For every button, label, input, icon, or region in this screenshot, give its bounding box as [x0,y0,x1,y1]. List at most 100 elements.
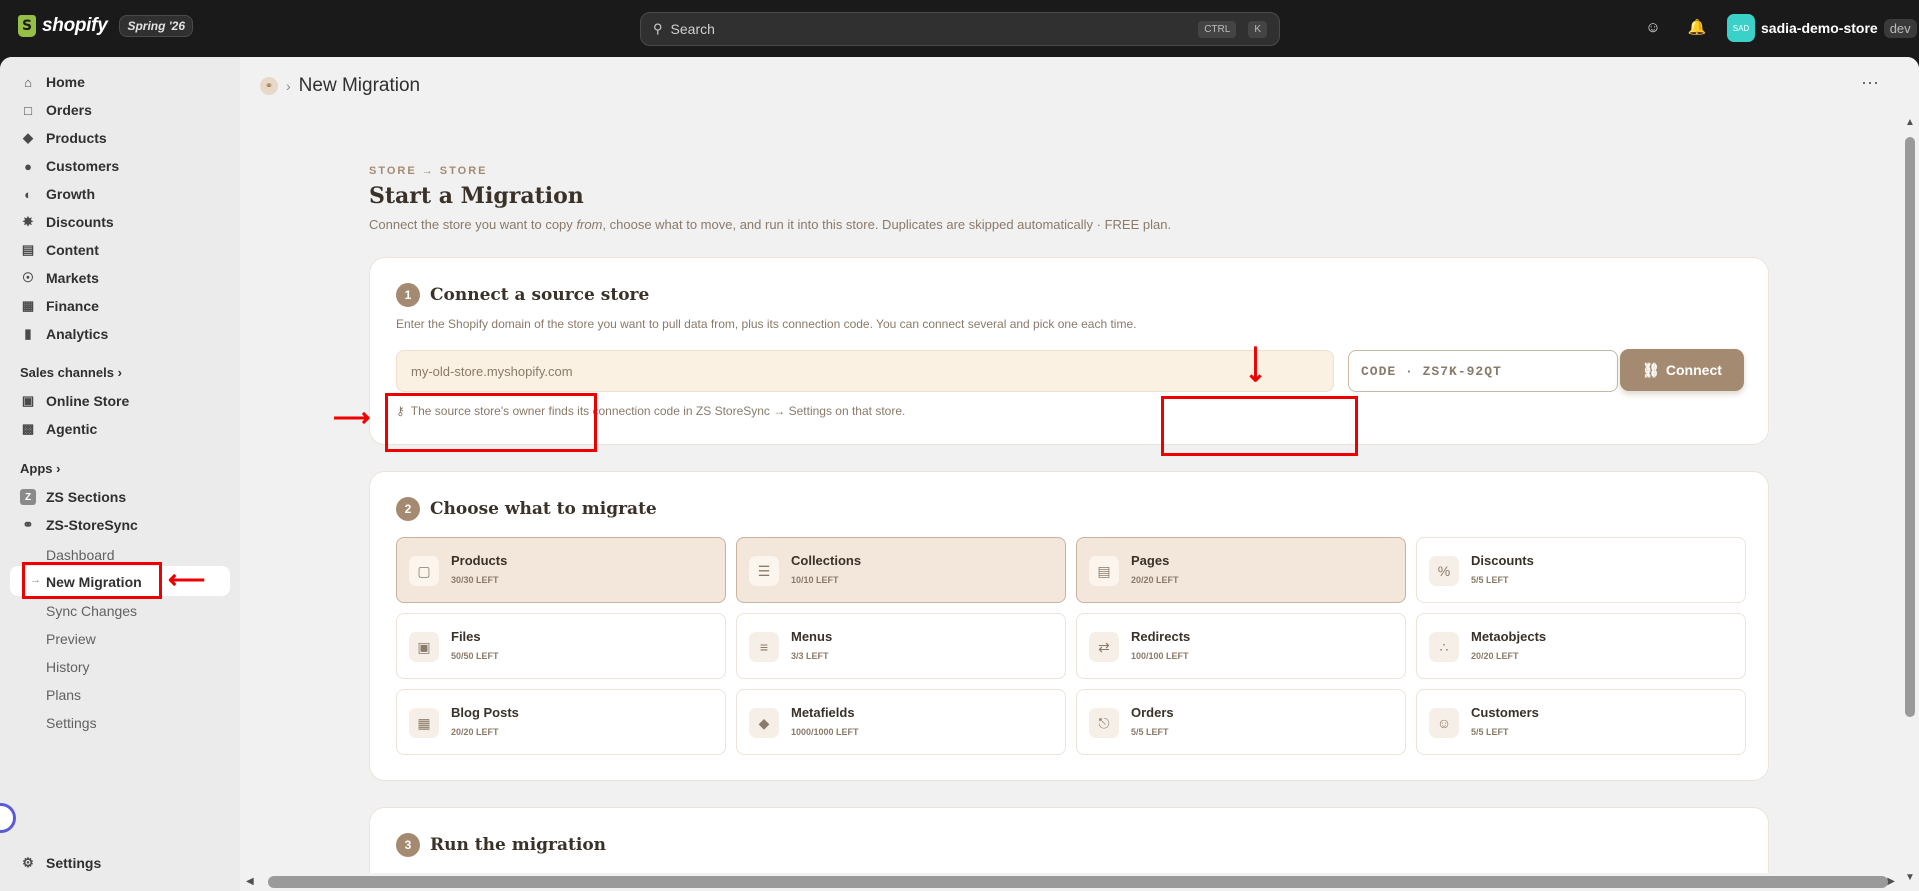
option-quota: 30/30 LEFT [451,575,499,585]
person-icon: ● [24,158,32,174]
step-number: 1 [396,283,420,307]
scroll-right-icon[interactable]: ▶ [1887,876,1895,887]
option-name: Discounts [1471,553,1534,568]
search-bar[interactable]: ⚲ Search CTRL K [640,12,1280,46]
app-subitem-new-migration[interactable]: New Migration [46,574,142,590]
sidebar-item-products[interactable]: ◆ Products [20,130,107,146]
store-env-badge: dev [1883,18,1917,38]
layers-icon: ☰ [749,556,779,586]
sidekick-icon[interactable]: ☺ [1643,18,1663,38]
app-subitem-preview[interactable]: Preview [46,631,96,647]
step1-card: 1 Connect a source store Enter the Shopi… [369,257,1769,445]
sidebar-item-online-store[interactable]: ▣ Online Store [20,393,129,409]
sales-channels-heading[interactable]: Sales channels › [20,365,122,380]
option-quota: 5/5 LEFT [1131,727,1169,737]
sidebar-item-settings[interactable]: ⚙ Settings [20,855,101,871]
connection-hint: ⚷ The source store's owner finds its conn… [396,404,905,418]
sidebar-item-orders[interactable]: □ Orders [20,102,92,118]
step-number: 3 [396,833,420,857]
option-name: Orders [1131,705,1174,720]
shopify-logo[interactable]: shopify Spring '26 [18,15,194,37]
option-files[interactable]: ▣ Files 50/50 LEFT [396,613,726,679]
bell-icon[interactable]: 🔔 [1687,18,1707,38]
percent-icon: % [1429,556,1459,586]
option-quota: 1000/1000 LEFT [791,727,859,737]
source-domain-input[interactable]: my-old-store.myshopify.com [396,350,1334,392]
metaobjects-icon: ∴ [1429,632,1459,662]
content-icon: ▤ [21,242,35,257]
step-number: 2 [396,497,420,521]
sidebar-item-label: Growth [46,186,95,202]
page-title: New Migration [298,75,421,96]
sidebar-item-agentic[interactable]: ▩ Agentic [20,421,98,437]
shopify-bag-icon [18,15,36,37]
sidebar-item-markets[interactable]: ☉ Markets [20,270,99,286]
sidebar-item-zs-sections[interactable]: Z ZS Sections [20,489,126,505]
sidebar-item-growth[interactable]: ◐ Growth [20,186,95,202]
eyebrow: STORE → STORE [369,165,488,177]
sidebar-item-analytics[interactable]: ▮ Analytics [20,326,108,342]
edition-badge: Spring '26 [119,15,194,37]
newspaper-icon: ▦ [409,708,439,738]
sidebar-item-zs-storesync[interactable]: ⚭ ZS-StoreSync [20,517,138,533]
top-bar: shopify Spring '26 ⚲ Search CTRL K ☺ 🔔 S… [0,0,1919,57]
users-icon: ☺ [1429,708,1459,738]
option-quota: 5/5 LEFT [1471,575,1509,585]
store-avatar: SAD [1727,14,1755,42]
option-collections[interactable]: ☰ Collections 10/10 LEFT [736,537,1066,603]
sidebar-item-finance[interactable]: ▦ Finance [20,298,99,314]
annotation-arrow-right-icon: ⟶ [333,402,371,432]
app-logo-icon[interactable]: ⚭ [260,77,278,95]
sidebar-item-content[interactable]: ▤ Content [20,242,99,258]
option-name: Redirects [1131,629,1191,644]
sidebar-item-discounts[interactable]: ✸ Discounts [20,214,114,230]
option-pages[interactable]: ▤ Pages 20/20 LEFT [1076,537,1406,603]
sidebar-item-label: Online Store [46,393,130,409]
option-products[interactable]: ▢ Products 30/30 LEFT [396,537,726,603]
option-quota: 3/3 LEFT [791,651,829,661]
option-blog-posts[interactable]: ▦ Blog Posts 20/20 LEFT [396,689,726,755]
app-subitem-settings[interactable]: Settings [46,715,97,731]
app-subitem-sync-changes[interactable]: Sync Changes [46,603,137,619]
horizontal-scroll-thumb[interactable] [268,876,1888,888]
migration-options-grid: ▢ Products 30/30 LEFT ☰ Collections 10/10 LE… [396,537,1746,755]
sidebar: ⌂ Home □ Orders ◆ Products ● Customers ◐ Grow… [0,57,240,891]
vertical-scroll-thumb[interactable] [1905,137,1915,717]
sidebar-item-label: Content [46,242,99,258]
sidebar-item-home[interactable]: ⌂ Home [20,74,85,90]
key-icon: ⚷ [396,404,405,418]
option-quota: 20/20 LEFT [451,727,499,737]
sidebar-item-label: Customers [46,158,120,174]
option-redirects[interactable]: ⇄ Redirects 100/100 LEFT [1076,613,1406,679]
option-name: Collections [791,553,862,568]
app-subitem-plans[interactable]: Plans [46,687,81,703]
option-name: Files [451,629,481,644]
chevron-right-icon: › [117,365,122,380]
option-metaobjects[interactable]: ∴ Metaobjects 20/20 LEFT [1416,613,1746,679]
store-switcher[interactable]: SAD sadia-demo-store dev [1727,14,1917,42]
bank-icon: ▦ [21,298,35,313]
scroll-up-icon[interactable]: ▲ [1905,117,1915,128]
option-discounts[interactable]: % Discounts 5/5 LEFT [1416,537,1746,603]
gauge-icon: ◐ [24,186,32,202]
scroll-left-icon[interactable]: ◀ [246,876,254,887]
option-customers[interactable]: ☺ Customers 5/5 LEFT [1416,689,1746,755]
scroll-down-icon[interactable]: ▼ [1905,872,1915,883]
apps-heading[interactable]: Apps › [20,461,60,476]
sidebar-item-customers[interactable]: ● Customers [20,158,119,174]
option-metafields[interactable]: ◆ Metafields 1000/1000 LEFT [736,689,1066,755]
zs-sections-icon: Z [20,489,36,505]
more-actions-icon[interactable]: ⋯ [1861,73,1879,94]
app-subitem-history[interactable]: History [46,659,90,675]
app-subitem-dashboard[interactable]: Dashboard [46,547,115,563]
section-label: Apps [20,461,53,476]
gear-icon: ⚙ [22,855,34,870]
shortcut-key-ctrl: CTRL [1198,20,1237,38]
step-description: Enter the Shopify domain of the store yo… [396,317,1137,331]
option-orders[interactable]: ⎋ Orders 5/5 LEFT [1076,689,1406,755]
option-menus[interactable]: ≡ Menus 3/3 LEFT [736,613,1066,679]
connection-code-input[interactable]: CODE · ZS7K-92QT [1348,350,1618,392]
assistant-bubble-icon[interactable] [0,803,16,833]
connect-button[interactable]: ⛓ Connect [1620,349,1744,391]
option-name: Products [451,553,508,568]
